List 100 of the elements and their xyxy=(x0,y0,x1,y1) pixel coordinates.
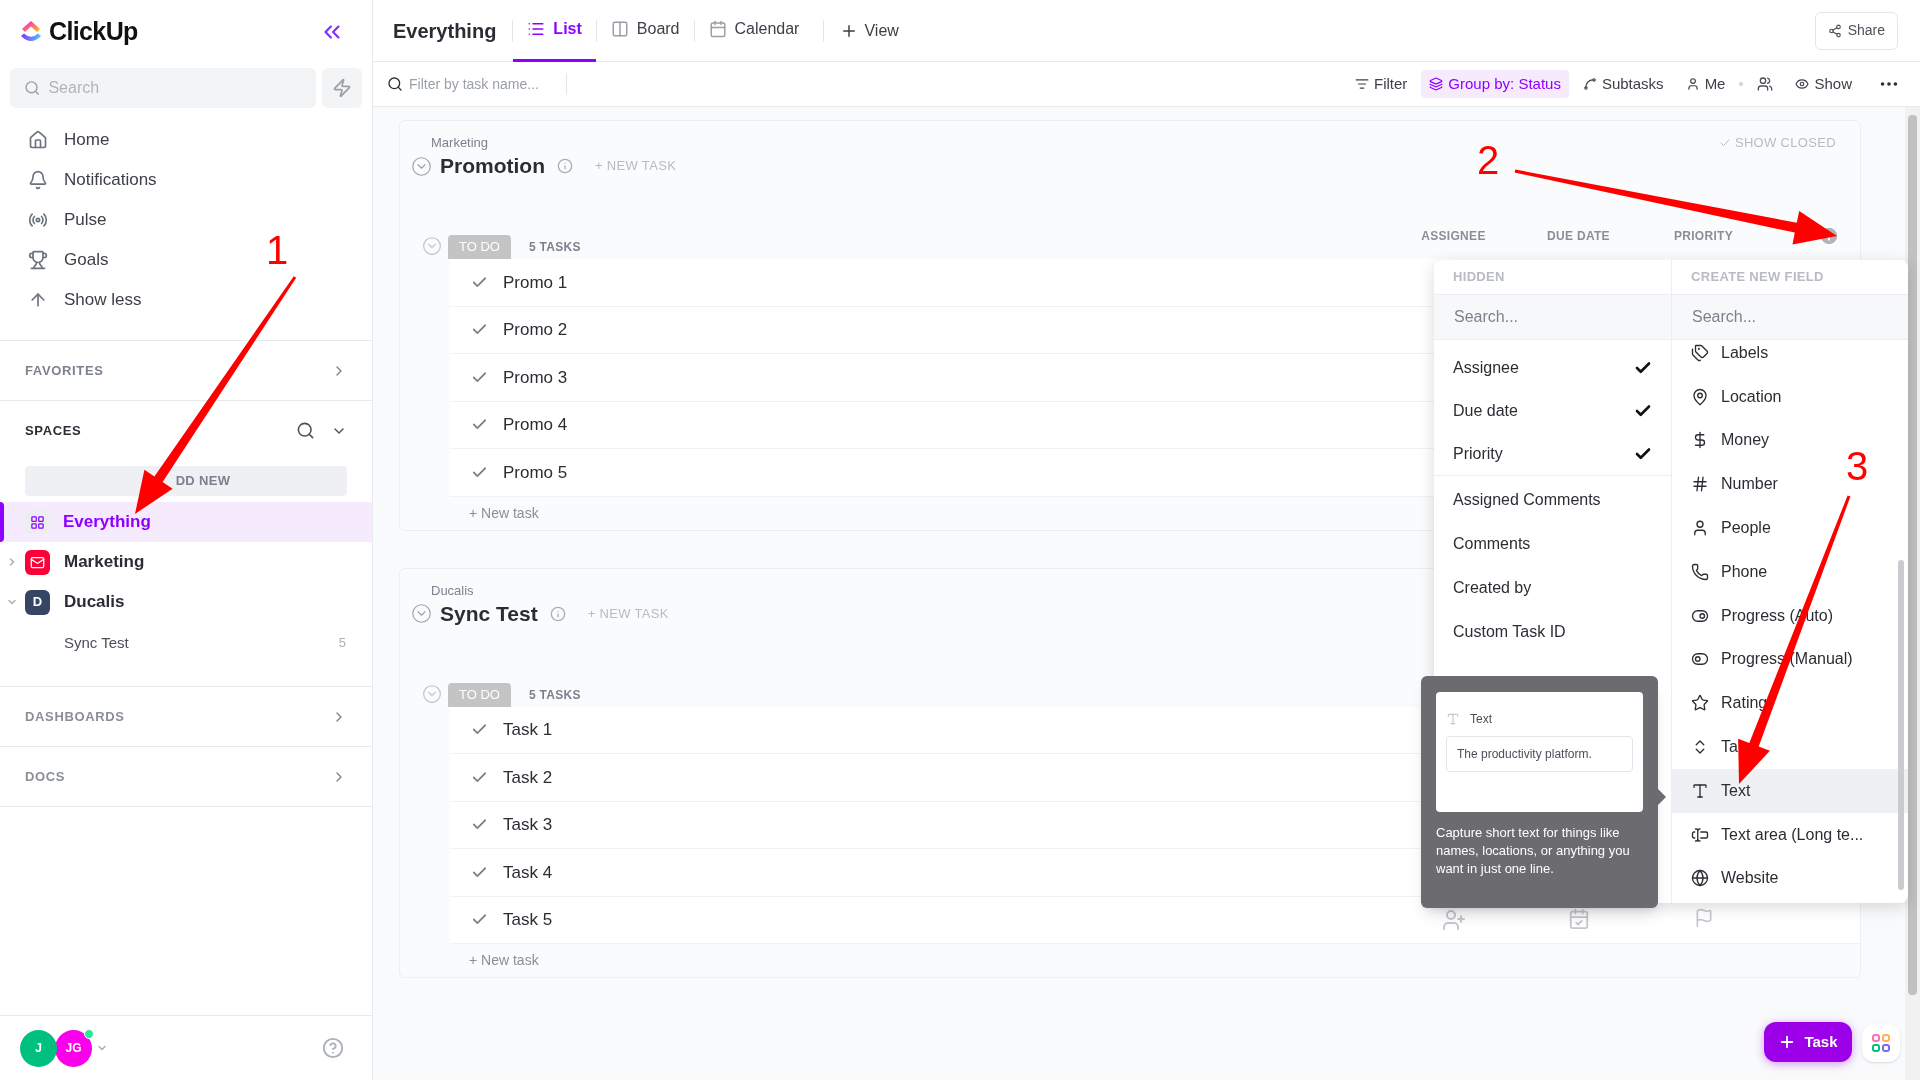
nav-item[interactable]: Home xyxy=(0,120,118,160)
space-item[interactable]: Marketing xyxy=(0,542,372,582)
view-tab[interactable]: Calendar xyxy=(694,0,814,62)
field-type-item[interactable]: Phone xyxy=(1672,550,1772,594)
list-title: Sync Test xyxy=(440,600,538,627)
toolbar-button[interactable]: Subtasks xyxy=(1574,70,1672,98)
task-name: Task 3 xyxy=(503,814,553,836)
task-count: 5 TASKS xyxy=(528,686,581,704)
section-title: DOCS xyxy=(25,767,66,786)
hash-icon xyxy=(1691,475,1709,494)
person-icon xyxy=(1685,77,1700,91)
share-button[interactable]: Share xyxy=(1814,11,1898,50)
space-name: Ducalis xyxy=(64,591,125,614)
task-name: Promo 5 xyxy=(503,461,568,484)
home-icon xyxy=(28,130,48,150)
collapse-icon[interactable] xyxy=(411,155,432,177)
toolbar-button[interactable]: Me xyxy=(1677,70,1734,98)
eye-icon xyxy=(1795,77,1810,91)
list-name: Sync Test xyxy=(64,632,129,653)
space-item[interactable]: Everything xyxy=(0,502,372,542)
field-item[interactable]: Custom Task ID xyxy=(1434,610,1671,654)
preview-field: The productivity platform. xyxy=(1446,736,1633,772)
status-badge: TO DO xyxy=(448,235,511,259)
task-name: Task 1 xyxy=(503,719,553,741)
info-icon[interactable] xyxy=(557,158,573,174)
bell-icon xyxy=(28,170,48,190)
field-type-item[interactable]: Progress (Manual) xyxy=(1672,637,1857,682)
grid-icon xyxy=(25,510,49,534)
nav-item[interactable]: Notifications xyxy=(0,160,165,200)
layers-icon xyxy=(1429,77,1444,91)
letter-t-icon xyxy=(1691,781,1709,800)
nav-item[interactable]: Pulse xyxy=(0,200,115,240)
nav-item[interactable]: Show less xyxy=(0,280,150,320)
search-icon xyxy=(387,76,403,92)
add-person-icon[interactable] xyxy=(1441,907,1466,932)
trophy-icon xyxy=(28,250,48,270)
task-name: Promo 1 xyxy=(503,271,568,294)
section-title: DASHBOARDS xyxy=(25,707,125,726)
help-icon[interactable] xyxy=(322,1037,344,1059)
view-tab[interactable]: Board xyxy=(596,0,694,62)
bolt-button[interactable] xyxy=(322,68,362,108)
task-name: Task 5 xyxy=(503,909,553,931)
info-icon[interactable] xyxy=(549,605,566,622)
pin-icon xyxy=(1691,387,1709,406)
signal-icon xyxy=(28,210,48,230)
view-tab[interactable]: List xyxy=(513,0,596,62)
page-title: Everything xyxy=(393,18,497,44)
task-name: Task 4 xyxy=(503,861,553,884)
app-logo-text: ClickUp xyxy=(49,16,138,48)
tags-icon xyxy=(1691,343,1709,362)
column-title: CREATE NEW FIELD xyxy=(1691,268,1824,287)
search-field[interactable]: Search xyxy=(10,68,316,108)
field-item[interactable]: Comments xyxy=(1434,522,1671,566)
search-icon[interactable] xyxy=(296,421,315,440)
calendar-icon xyxy=(708,20,727,38)
check-icon xyxy=(1718,137,1731,149)
letter-t-icon xyxy=(1446,712,1460,726)
field-type-item[interactable]: People xyxy=(1672,506,1775,550)
globe-icon xyxy=(1691,869,1709,888)
task-name: Promo 4 xyxy=(503,414,568,436)
filter-field[interactable]: Filter by task name... xyxy=(387,73,567,95)
search-field[interactable]: Search... xyxy=(1672,294,1908,340)
list-title: Promotion xyxy=(440,153,545,180)
toolbar-button[interactable]: Group by: Status xyxy=(1421,70,1569,98)
apps-button[interactable] xyxy=(1862,1024,1900,1062)
board-icon xyxy=(610,20,629,38)
new-task-button[interactable]: Task xyxy=(1764,1022,1852,1062)
list-icon xyxy=(527,20,546,38)
space-name: Marketing xyxy=(64,551,145,574)
text-field-icon xyxy=(1691,825,1709,844)
task-name: Promo 3 xyxy=(503,366,568,389)
space-name: Everything xyxy=(63,511,151,534)
bolt-icon xyxy=(332,78,352,98)
search-field[interactable]: Search... xyxy=(1434,294,1671,340)
column-title: HIDDEN xyxy=(1453,268,1505,287)
search-input[interactable]: Search... xyxy=(1454,305,1651,329)
list-count: 5 xyxy=(338,634,346,653)
task-count: 5 TASKS xyxy=(528,239,581,256)
star-icon xyxy=(1691,694,1709,713)
add-view-button[interactable]: View xyxy=(824,18,915,43)
status-badge: TO DO xyxy=(448,682,511,707)
phone-icon xyxy=(1691,562,1709,581)
nav-item[interactable]: Goals xyxy=(0,240,117,280)
share-icon xyxy=(1827,23,1842,38)
field-item[interactable]: Created by xyxy=(1434,566,1671,610)
space-item[interactable]: D Ducalis xyxy=(0,582,372,622)
space-avatar: D xyxy=(25,589,50,615)
person-icon xyxy=(1691,519,1709,538)
toolbar-button[interactable]: Filter xyxy=(1347,70,1416,98)
people-icon[interactable] xyxy=(1757,76,1774,92)
collapse-icon[interactable] xyxy=(411,603,432,624)
list-item[interactable]: Sync Test 5 xyxy=(0,622,372,664)
task-row[interactable]: Task 5 xyxy=(450,896,1860,944)
search-input[interactable]: Search xyxy=(48,76,302,100)
toolbar-button[interactable]: Show xyxy=(1787,70,1860,98)
space-label: Marketing xyxy=(431,134,489,153)
task-name: Promo 2 xyxy=(503,319,568,341)
section-title: FAVORITES xyxy=(25,361,104,380)
calendar-icon[interactable] xyxy=(1567,907,1590,930)
space-label: Ducalis xyxy=(431,581,474,600)
